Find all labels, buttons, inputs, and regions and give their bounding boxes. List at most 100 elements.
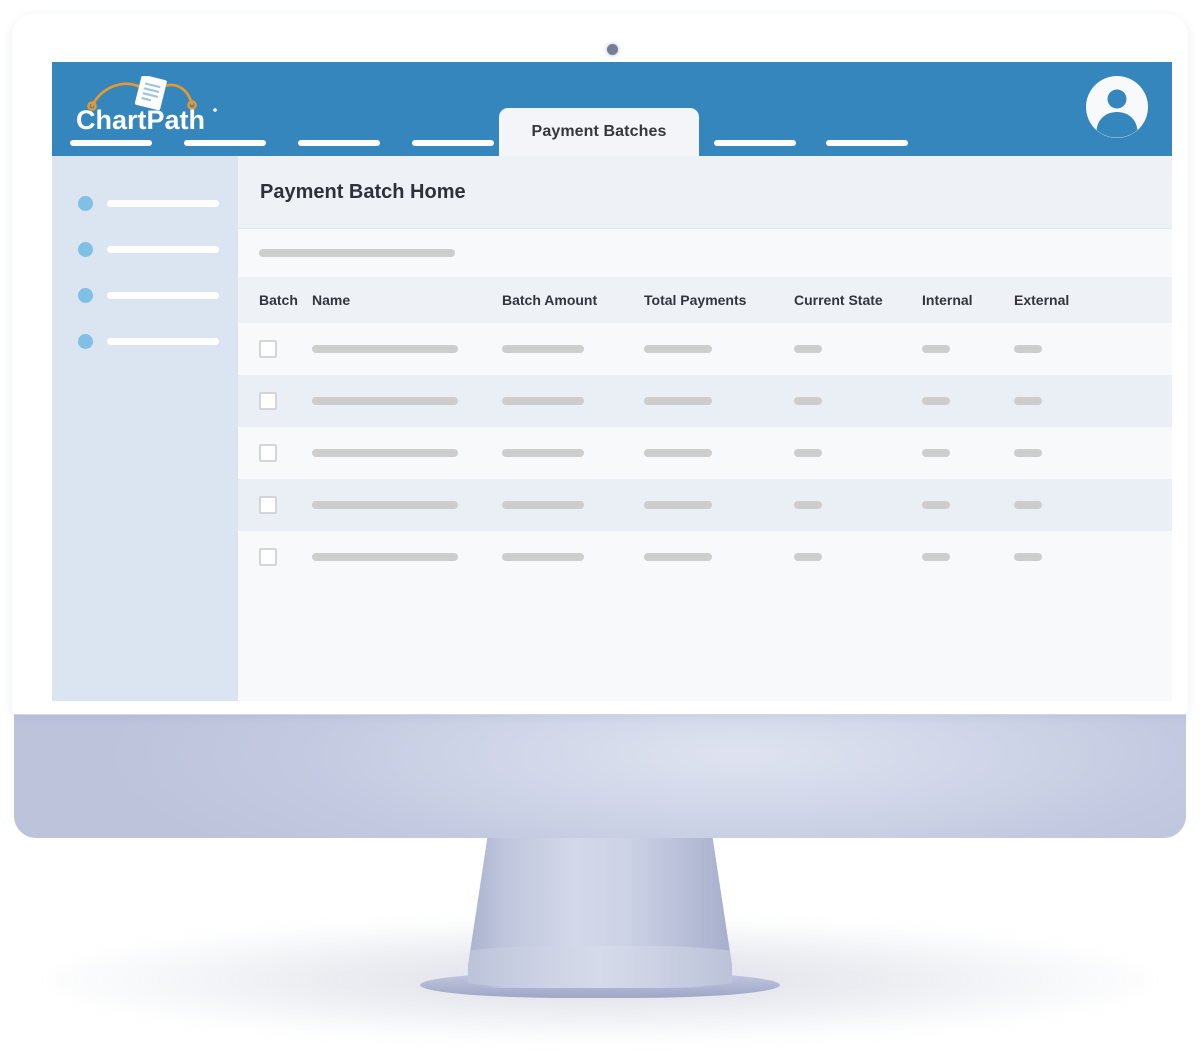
sidebar-item-1[interactable] xyxy=(52,180,238,226)
skeleton-bar xyxy=(312,345,458,353)
skeleton-bar xyxy=(794,345,822,353)
skeleton-bar xyxy=(502,397,584,405)
cell-internal xyxy=(922,397,1014,405)
user-avatar-icon[interactable] xyxy=(1084,74,1150,140)
table-toolbar xyxy=(238,229,1172,277)
nav-placeholder-5[interactable] xyxy=(714,140,796,146)
nav-placeholders-right xyxy=(714,140,908,146)
screen: ChartPath Payment Batches Payment Batch … xyxy=(52,62,1172,701)
table-row[interactable] xyxy=(238,375,1172,427)
sidebar-item-3[interactable] xyxy=(52,272,238,318)
row-checkbox[interactable] xyxy=(259,496,277,514)
cell-name xyxy=(312,449,502,457)
app-header: ChartPath Payment Batches xyxy=(52,62,1172,156)
cell-external xyxy=(1014,553,1124,561)
toolbar-skeleton-bar xyxy=(259,249,455,257)
cell-batch-amount xyxy=(502,345,644,353)
row-checkbox[interactable] xyxy=(259,548,277,566)
nav-placeholder-4[interactable] xyxy=(412,140,494,146)
column-header-batch[interactable]: Batch xyxy=(238,292,312,308)
sidebar-item-4[interactable] xyxy=(52,318,238,364)
cell-current-state xyxy=(794,553,922,561)
skeleton-bar xyxy=(794,501,822,509)
skeleton-bar xyxy=(1014,345,1042,353)
row-checkbox[interactable] xyxy=(259,392,277,410)
nav-placeholder-3[interactable] xyxy=(298,140,380,146)
cell-external xyxy=(1014,345,1124,353)
skeleton-bar xyxy=(922,449,950,457)
monitor-scene: ChartPath Payment Batches Payment Batch … xyxy=(0,0,1200,1057)
row-checkbox[interactable] xyxy=(259,340,277,358)
cell-external xyxy=(1014,449,1124,457)
skeleton-bar xyxy=(922,345,950,353)
skeleton-bar xyxy=(644,397,712,405)
skeleton-bar xyxy=(794,553,822,561)
column-header-internal[interactable]: Internal xyxy=(922,292,1014,308)
skeleton-bar xyxy=(312,553,458,561)
column-header-total-payments[interactable]: Total Payments xyxy=(644,292,794,308)
skeleton-bar xyxy=(794,397,822,405)
cell-current-state xyxy=(794,501,922,509)
monitor-bezel: ChartPath Payment Batches Payment Batch … xyxy=(12,14,1188,714)
sidebar xyxy=(52,156,238,701)
table-row[interactable] xyxy=(238,323,1172,375)
sidebar-item-label-placeholder xyxy=(107,291,219,299)
skeleton-bar xyxy=(644,345,712,353)
nav-placeholder-6[interactable] xyxy=(826,140,908,146)
skeleton-bar xyxy=(922,501,950,509)
cell-batch-amount xyxy=(502,397,644,405)
skeleton-bar xyxy=(922,397,950,405)
cell-total-payments xyxy=(644,501,794,509)
skeleton-bar xyxy=(1014,449,1042,457)
tab-payment-batches[interactable]: Payment Batches xyxy=(499,108,699,156)
camera-dot-icon xyxy=(607,44,618,55)
cell-external xyxy=(1014,501,1124,509)
column-header-batch-amount[interactable]: Batch Amount xyxy=(502,292,644,308)
column-header-external[interactable]: External xyxy=(1014,292,1124,308)
cell-batch-amount xyxy=(502,553,644,561)
skeleton-bar xyxy=(644,501,712,509)
cell-batch-amount xyxy=(502,449,644,457)
sidebar-bullet-icon xyxy=(78,287,93,303)
row-checkbox[interactable] xyxy=(259,444,277,462)
sidebar-item-2[interactable] xyxy=(52,226,238,272)
column-header-name[interactable]: Name xyxy=(312,292,502,308)
cell-total-payments xyxy=(644,449,794,457)
cell-current-state xyxy=(794,397,922,405)
cell-total-payments xyxy=(644,397,794,405)
cell-total-payments xyxy=(644,553,794,561)
table-row[interactable] xyxy=(238,427,1172,479)
skeleton-bar xyxy=(644,553,712,561)
cell-total-payments xyxy=(644,345,794,353)
table-header-row: Batch Name Batch Amount Total Payments C… xyxy=(238,277,1172,323)
nav-placeholder-1[interactable] xyxy=(70,140,152,146)
monitor-chin xyxy=(14,710,1186,838)
skeleton-bar xyxy=(502,553,584,561)
logo-wordmark: ChartPath xyxy=(76,105,205,134)
skeleton-bar xyxy=(312,397,458,405)
nav-placeholders-left xyxy=(70,140,494,146)
table-row[interactable] xyxy=(238,479,1172,531)
skeleton-bar xyxy=(1014,397,1042,405)
page-header: Payment Batch Home xyxy=(238,156,1172,229)
cell-internal xyxy=(922,501,1014,509)
skeleton-bar xyxy=(922,553,950,561)
tab-payment-batches-label: Payment Batches xyxy=(531,123,667,140)
skeleton-bar xyxy=(502,501,584,509)
skeleton-bar xyxy=(644,449,712,457)
sidebar-item-label-placeholder xyxy=(107,245,219,253)
skeleton-bar xyxy=(312,501,458,509)
skeleton-bar xyxy=(502,449,584,457)
cell-internal xyxy=(922,449,1014,457)
page-title: Payment Batch Home xyxy=(260,180,466,203)
cell-name xyxy=(312,501,502,509)
app-body: Payment Batch Home Batch Name Batch Amou… xyxy=(52,156,1172,701)
chartpath-logo[interactable]: ChartPath xyxy=(72,76,222,134)
nav-placeholder-2[interactable] xyxy=(184,140,266,146)
row-checkbox-cell xyxy=(238,340,312,358)
cell-name xyxy=(312,397,502,405)
column-header-current-state[interactable]: Current State xyxy=(794,292,922,308)
skeleton-bar xyxy=(794,449,822,457)
table-row[interactable] xyxy=(238,531,1172,583)
cell-internal xyxy=(922,345,1014,353)
